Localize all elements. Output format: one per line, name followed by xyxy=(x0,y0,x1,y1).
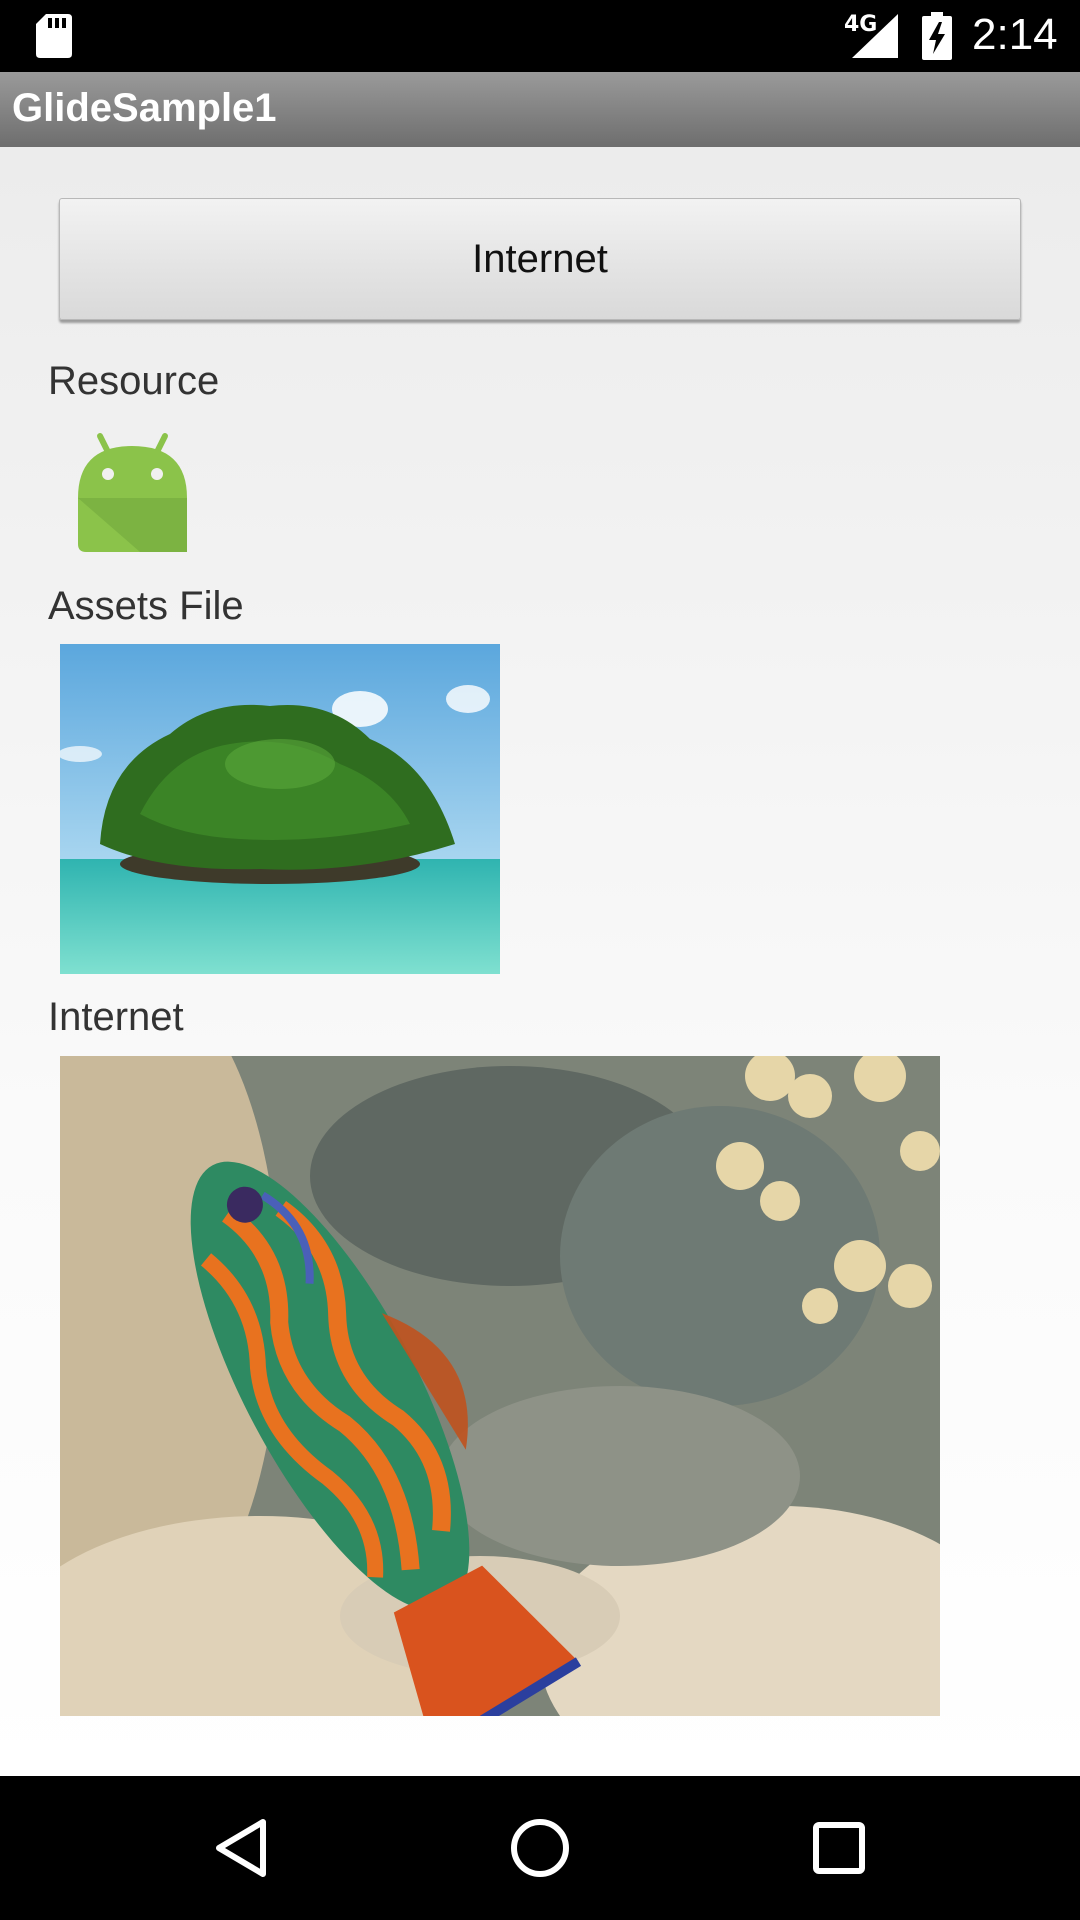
home-icon[interactable] xyxy=(504,1812,576,1884)
signal-icon xyxy=(852,14,898,58)
battery-charging-icon xyxy=(922,12,952,60)
resource-label: Resource xyxy=(48,359,220,403)
action-bar: GlideSample1 xyxy=(0,72,1080,147)
android-robot-icon xyxy=(78,433,187,552)
clock: 2:14 xyxy=(972,10,1058,59)
internet-button[interactable]: Internet xyxy=(59,198,1021,320)
status-bar: 4G 2:14 xyxy=(0,0,1080,72)
sd-card-icon xyxy=(36,14,72,58)
app-screen: 4G 2:14 GlideSample1 Internet Resource A… xyxy=(0,0,1080,1920)
recents-icon[interactable] xyxy=(803,1812,875,1884)
back-icon[interactable] xyxy=(205,1812,277,1884)
internet-label: Internet xyxy=(48,995,184,1039)
assets-file-label: Assets File xyxy=(48,584,244,628)
mandarin-fish-photo xyxy=(60,1056,940,1716)
app-title: GlideSample1 xyxy=(12,86,277,130)
navigation-bar xyxy=(0,1776,1080,1920)
island-photo xyxy=(60,644,500,974)
main-content[interactable]: Internet Resource Assets File Internet xyxy=(0,147,1080,1776)
